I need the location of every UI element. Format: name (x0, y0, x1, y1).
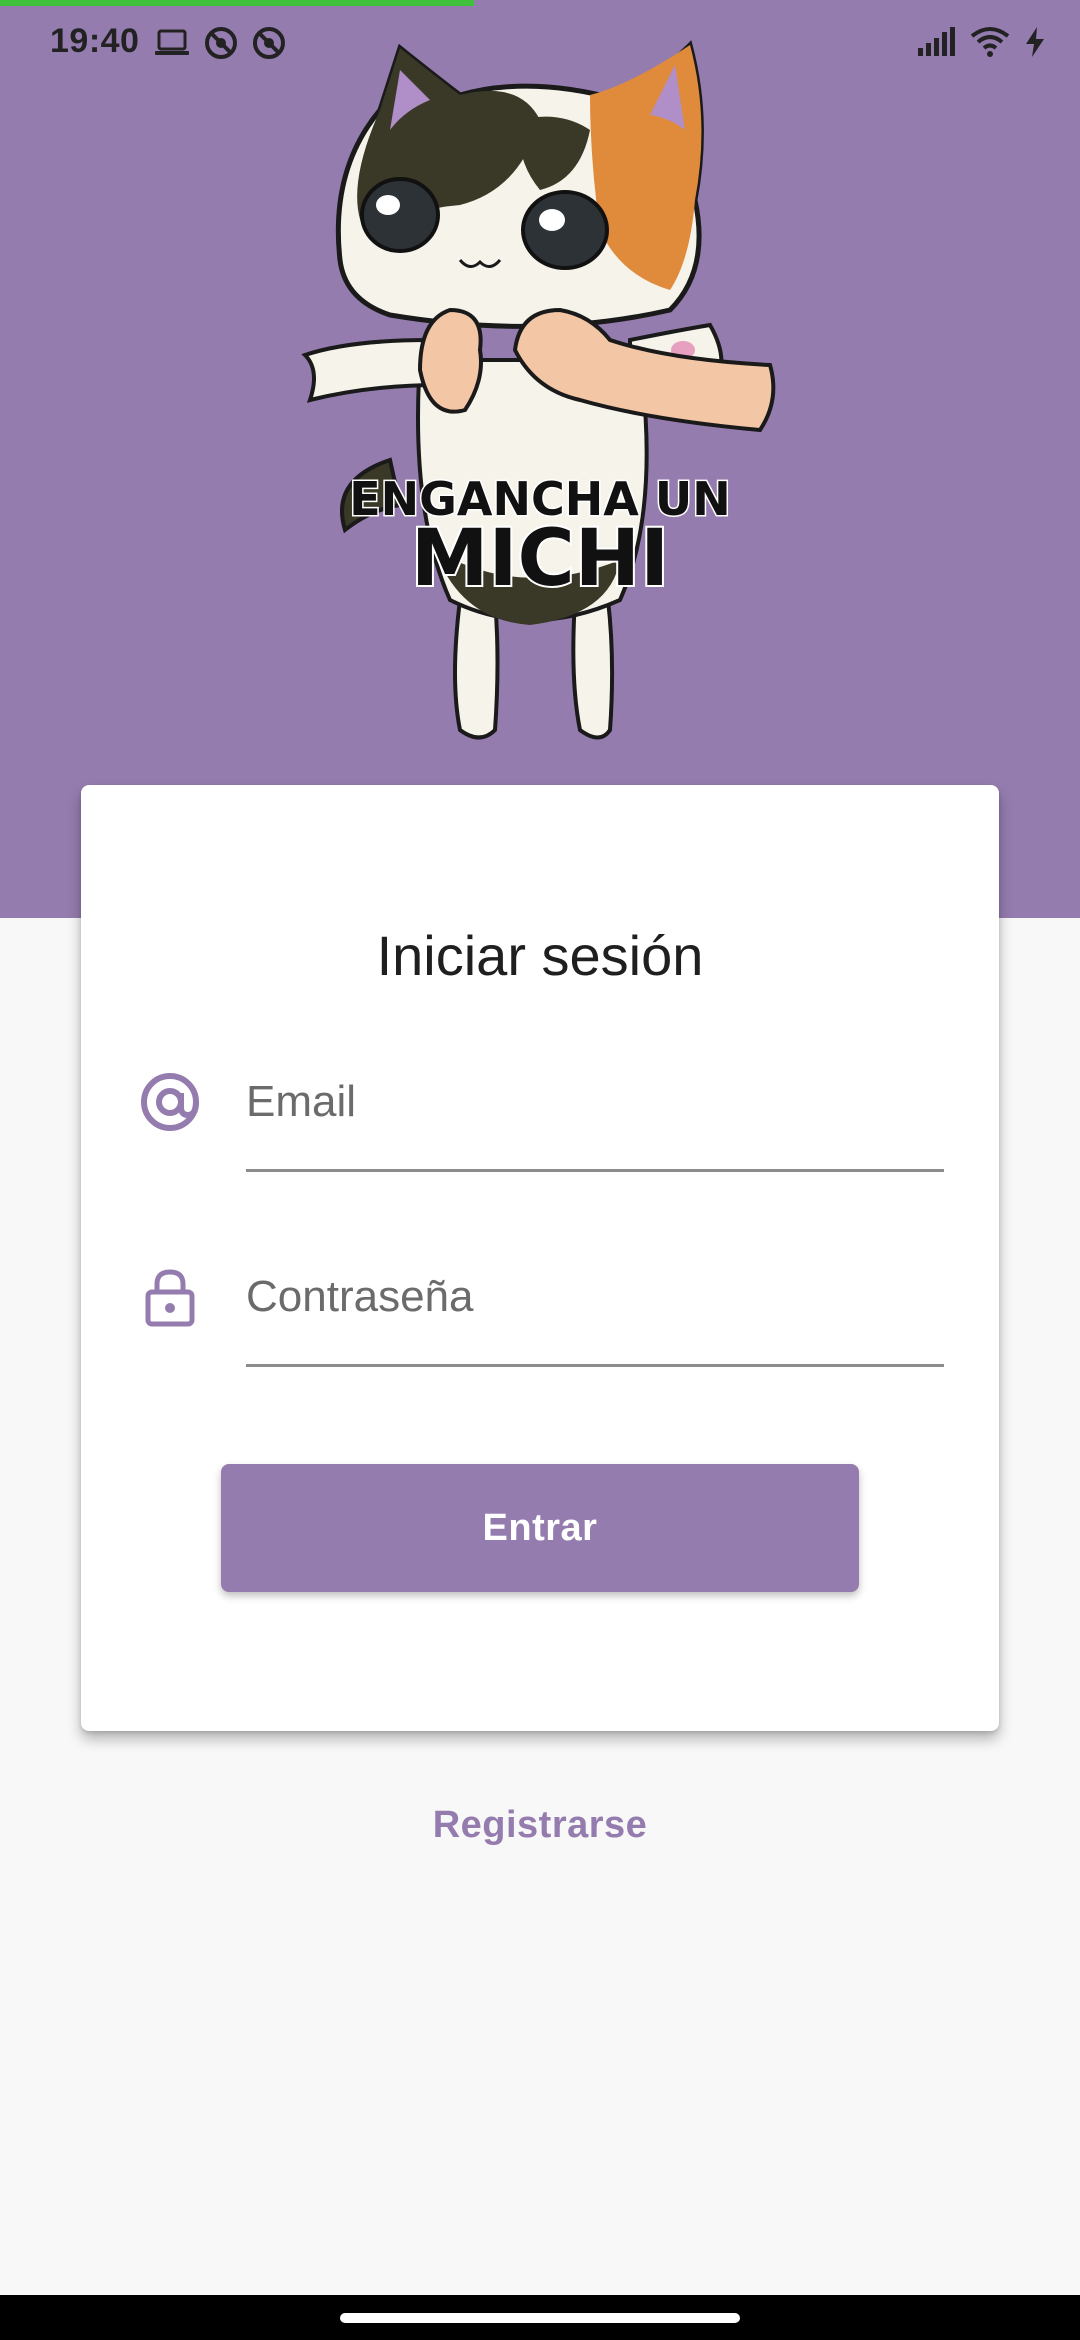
home-indicator[interactable] (340, 2313, 740, 2323)
status-icons-left (154, 26, 286, 60)
password-input[interactable] (246, 1230, 944, 1367)
status-icons-right (916, 26, 1046, 58)
login-card: Iniciar sesión Entrar (81, 785, 999, 1731)
logo-text-line2: MICHI (411, 514, 669, 604)
password-field-row (81, 1230, 999, 1370)
email-input[interactable] (246, 1035, 944, 1172)
no-disturb-icon (205, 27, 237, 59)
lock-icon (145, 1269, 195, 1327)
no-disturb-icon (253, 27, 285, 59)
status-time: 19:40 (50, 22, 140, 60)
register-link[interactable]: Registrarse (0, 1804, 1080, 1847)
at-icon (141, 1073, 199, 1131)
page-title: Iniciar sesión (376, 924, 704, 987)
login-button[interactable]: Entrar (221, 1464, 859, 1592)
email-field-row (81, 1035, 999, 1175)
app-logo: ENGANCHA UN MICHI (290, 40, 790, 750)
signal-icon (918, 27, 955, 56)
laptop-icon (155, 29, 189, 55)
cat-logo-illustration: ENGANCHA UN MICHI (301, 40, 776, 740)
charging-icon (1026, 27, 1044, 57)
wifi-icon (970, 27, 1010, 57)
system-navigation-bar (0, 2295, 1080, 2340)
